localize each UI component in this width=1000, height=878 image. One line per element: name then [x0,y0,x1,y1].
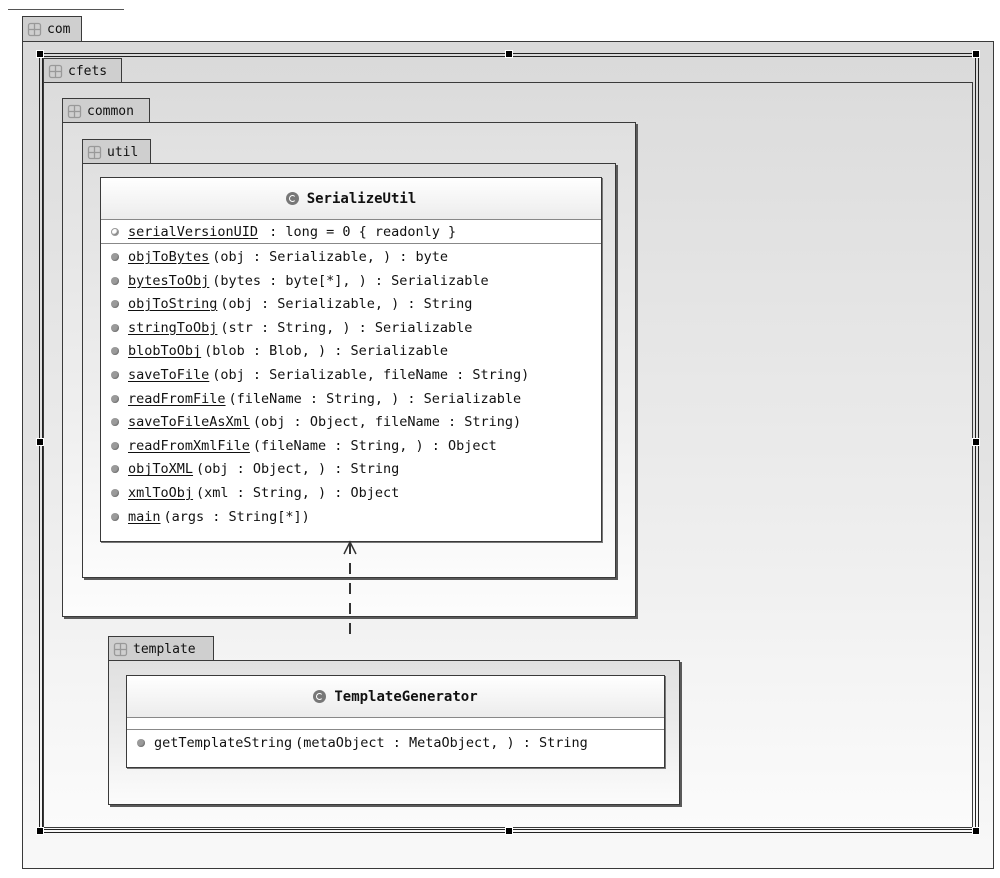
package-label: com [47,21,71,37]
attribute-name: serialVersionUID [128,224,259,240]
operation-signature: (obj : Serializable, fileName : String) [212,367,530,383]
resize-handle-top-right[interactable] [972,50,980,58]
package-tab-com[interactable]: com [22,16,82,41]
class-header: TemplateGenerator [127,676,664,718]
package-icon [67,104,82,119]
operation-signature: (blob : Blob, ) : Serializable [204,343,448,360]
operation-name: saveToFile [128,367,210,383]
operation-name: objToXML [128,461,194,478]
operation-name: readFromXmlFile [128,437,250,454]
operation-name: getTemplateString [154,735,293,751]
operation-row[interactable]: saveToFileAsXml (obj : Object, fileName :… [111,411,521,433]
operation-row[interactable]: getTemplateString (metaObject : MetaObjec… [137,732,588,754]
resize-handle-right[interactable] [972,438,980,446]
public-method-icon [111,323,119,332]
compartment-separator [127,729,664,730]
package-icon [27,22,42,37]
operation-signature: (str : String, ) : Serializable [220,319,473,336]
operation-signature: (obj : Object, fileName : String) [252,414,522,431]
package-tab-template[interactable]: template [108,636,214,661]
operation-name: objToBytes [128,249,210,265]
operation-name: stringToObj [128,319,218,336]
public-method-icon [111,300,119,309]
class-header: SerializeUtil [101,178,601,220]
class-name: SerializeUtil [306,190,417,207]
operation-name: blobToObj [128,343,202,360]
public-method-icon [137,739,145,747]
resize-handle-top-left[interactable] [36,50,44,58]
operation-signature: (obj : Object, ) : String [196,461,400,478]
resize-handle-bottom[interactable] [505,827,513,835]
operation-signature: (args : String[*]) [163,508,310,525]
package-icon [87,145,102,160]
operation-signature: (obj : Serializable, ) : String [220,296,473,313]
operation-row[interactable]: readFromXmlFile (fileName : String, ) : O… [111,435,497,457]
operation-row[interactable]: saveToFile (obj : Serializable, fileName … [111,364,529,386]
public-method-icon [111,512,119,521]
resize-handle-left[interactable] [36,438,44,446]
operation-name: xmlToObj [128,485,194,501]
package-tab-cfets[interactable]: cfets [43,58,122,83]
package-icon [48,64,63,79]
operation-row[interactable]: main (args : String[*]) [111,506,310,528]
class-icon [285,192,299,205]
operation-row[interactable]: xmlToObj (xml : String, ) : Object [111,482,399,504]
operation-name: readFromFile [128,390,226,407]
attribute-signature: : long = 0 { readonly } [261,224,457,240]
compartment-separator [101,243,601,244]
operation-name: main [128,508,161,525]
operation-row[interactable]: objToString (obj : Serializable, ) : Stri… [111,293,472,315]
resize-handle-bottom-right[interactable] [972,827,980,835]
package-label: util [107,144,139,160]
public-method-icon [111,347,119,356]
operation-row[interactable]: objToXML (obj : Object, ) : String [111,458,399,480]
operation-signature: (obj : Serializable, ) : byte [212,249,448,265]
public-method-icon [111,441,119,450]
package-label: cfets [68,63,108,79]
operation-name: bytesToObj [128,272,210,289]
dependency-arrow[interactable] [340,540,362,640]
operation-row[interactable]: bytesToObj (bytes : byte[*], ) : Serializ… [111,270,489,292]
operation-row[interactable]: readFromFile (fileName : String, ) : Seri… [111,388,521,410]
resize-handle-top[interactable] [505,50,513,58]
package-icon [113,642,128,657]
public-method-icon [111,418,119,427]
public-method-icon [111,253,119,261]
class-template-generator[interactable]: TemplateGenerator getTemplateString (meta… [126,675,665,768]
operation-signature: (fileName : String, ) : Object [252,437,497,454]
public-method-icon [111,394,119,403]
class-serialize-util[interactable]: SerializeUtil serialVersionUID : long = … [100,177,602,542]
operation-row[interactable]: blobToObj (blob : Blob, ) : Serializable [111,340,448,362]
top-divider-line [8,9,124,10]
resize-handle-bottom-left[interactable] [36,827,44,835]
package-label: template [133,641,196,657]
operation-name: objToString [128,296,218,313]
class-icon [313,690,327,703]
package-label: common [87,103,134,119]
operation-name: saveToFileAsXml [128,414,250,431]
private-icon [111,228,119,236]
operation-signature: (fileName : String, ) : Serializable [228,390,522,407]
public-method-icon [111,465,119,474]
operation-row[interactable]: stringToObj (str : String, ) : Serializab… [111,317,472,339]
public-method-icon [111,371,119,379]
class-name: TemplateGenerator [334,688,478,705]
operation-signature: (metaObject : MetaObject, ) : String [295,735,588,751]
package-tab-common[interactable]: common [62,98,150,123]
public-method-icon [111,276,119,285]
operation-row[interactable]: objToBytes (obj : Serializable, ) : byte [111,246,448,268]
attribute-row[interactable]: serialVersionUID : long = 0 { readonly } [111,221,456,243]
operation-signature: (xml : String, ) : Object [196,485,400,501]
operation-signature: (bytes : byte[*], ) : Serializable [212,272,489,289]
public-method-icon [111,489,119,497]
package-tab-util[interactable]: util [82,139,151,164]
